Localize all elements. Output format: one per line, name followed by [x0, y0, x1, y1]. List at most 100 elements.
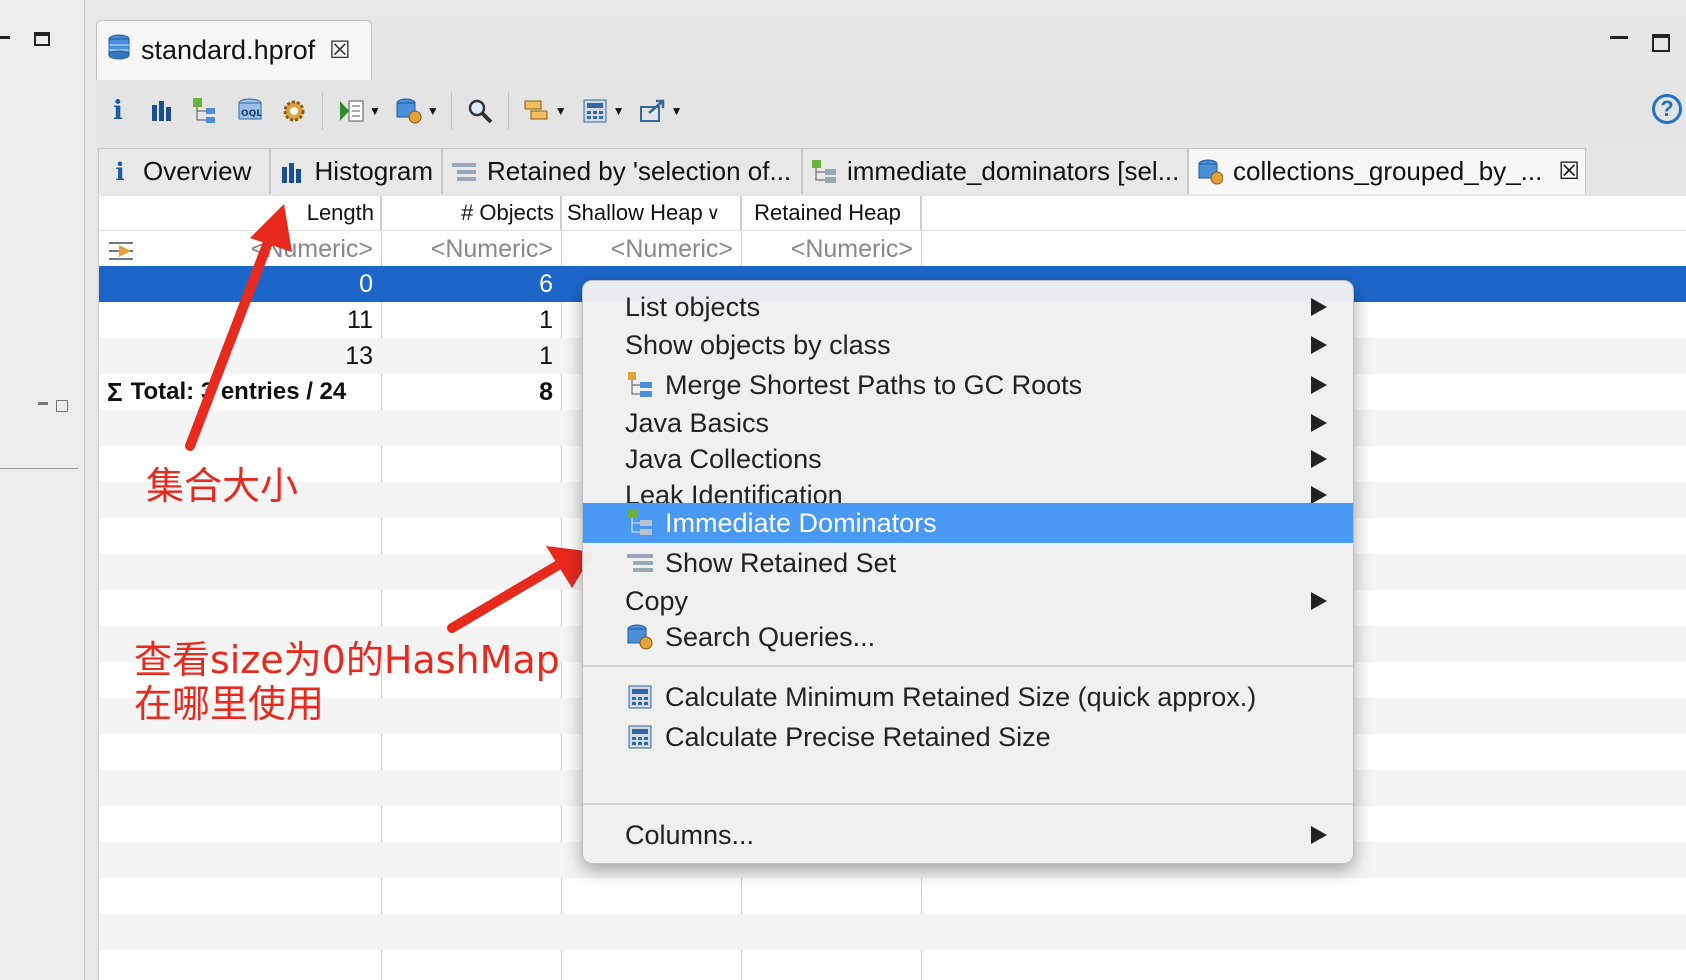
query-icon — [625, 622, 655, 652]
submenu-arrow-icon — [1311, 376, 1327, 394]
annotation-line: 在哪里使用 — [134, 682, 325, 726]
help-icon[interactable]: ? — [1652, 94, 1682, 124]
menu-item-label: Java Basics — [625, 407, 770, 438]
close-icon[interactable]: ☒ — [329, 36, 351, 65]
menu-item-calculate-precise-retained[interactable]: Calculate Precise Retained Size — [583, 717, 1353, 757]
minimize-icon[interactable] — [1610, 36, 1628, 39]
chevron-down-icon[interactable]: ▼ — [671, 104, 683, 118]
menu-item-label: Columns... — [625, 819, 755, 850]
run-report-icon[interactable] — [335, 95, 367, 127]
export-icon[interactable] — [637, 95, 669, 127]
calculator-icon[interactable] — [579, 95, 611, 127]
column-header-retained-heap[interactable]: Retained Heap — [741, 196, 921, 230]
gc-roots-icon — [625, 370, 655, 400]
column-header-label: Shallow Heap — [567, 200, 703, 225]
tab-overview[interactable]: i Overview — [98, 148, 270, 194]
menu-item-copy[interactable]: Copy — [583, 581, 1353, 621]
menu-separator — [583, 665, 1353, 667]
result-tabs: i Overview Histogram Retained by 'select… — [98, 148, 1686, 196]
query-icon — [1197, 159, 1223, 185]
dominator-icon — [811, 159, 837, 185]
tab-immediate-dominators[interactable]: immediate_dominators [sel... — [802, 148, 1188, 194]
editor-tab[interactable]: standard.hprof ☒ — [96, 20, 372, 80]
menu-item-label: Search Queries... — [665, 621, 876, 652]
chevron-down-icon[interactable]: ▼ — [613, 104, 625, 118]
cell-length: 13 — [345, 341, 373, 370]
dominator-icon — [625, 508, 655, 538]
submenu-arrow-icon — [1311, 450, 1327, 468]
column-header-length[interactable]: Length — [99, 196, 381, 230]
submenu-arrow-icon — [1311, 298, 1327, 316]
histogram-icon[interactable] — [146, 95, 178, 127]
toolbar: i OQL ▼ ▼ ▼ ▼ ▼ — [96, 80, 1686, 142]
info-icon: i — [115, 157, 125, 186]
submenu-arrow-icon — [1311, 592, 1327, 610]
sigma-icon: Σ — [107, 376, 123, 407]
sort-descending-icon: ∨ — [706, 202, 720, 223]
menu-item-label: Merge Shortest Paths to GC Roots — [665, 369, 1083, 400]
filter-shallow-heap[interactable]: <Numeric> — [561, 231, 741, 267]
maximize-icon[interactable] — [34, 32, 50, 46]
menu-item-label: Immediate Dominators — [665, 507, 937, 538]
cell-objects: 6 — [539, 269, 553, 298]
tab-label: immediate_dominators [sel... — [847, 156, 1180, 186]
minimize-icon[interactable] — [0, 36, 10, 39]
oql-icon[interactable]: OQL — [234, 95, 266, 127]
submenu-arrow-icon — [1311, 336, 1327, 354]
menu-item-label: List objects — [625, 291, 761, 322]
tab-histogram[interactable]: Histogram — [270, 148, 442, 194]
tab-retained-by[interactable]: Retained by 'selection of... — [442, 148, 802, 194]
menu-item-merge-shortest-paths[interactable]: Merge Shortest Paths to GC Roots — [583, 365, 1353, 405]
context-menu: List objects Show objects by class Merge… — [582, 280, 1354, 864]
maximize-icon[interactable] — [1652, 34, 1670, 52]
calculator-icon — [625, 682, 655, 712]
chevron-down-icon[interactable]: ▼ — [369, 104, 381, 118]
minimize-icon[interactable] — [38, 402, 48, 405]
restore-icon[interactable] — [56, 400, 68, 412]
gear-icon[interactable] — [278, 95, 310, 127]
menu-item-show-retained-set[interactable]: Show Retained Set — [583, 543, 1353, 583]
group-by-icon[interactable] — [521, 95, 553, 127]
chevron-down-icon[interactable]: ▼ — [427, 104, 439, 118]
column-header-objects[interactable]: # Objects — [381, 196, 561, 230]
submenu-arrow-icon — [1311, 826, 1327, 844]
search-icon[interactable] — [464, 95, 496, 127]
menu-item-java-basics[interactable]: Java Basics — [583, 403, 1353, 443]
menu-item-java-collections[interactable]: Java Collections — [583, 439, 1353, 479]
chevron-down-icon[interactable]: ▼ — [555, 104, 567, 118]
separator — [450, 92, 452, 130]
info-icon[interactable]: i — [102, 95, 134, 127]
menu-item-label: Calculate Precise Retained Size — [665, 721, 1051, 752]
menu-item-list-objects[interactable]: List objects — [583, 287, 1353, 327]
separator — [507, 92, 509, 130]
menu-item-show-objects-by-class[interactable]: Show objects by class — [583, 325, 1353, 365]
filter-objects[interactable]: <Numeric> — [381, 231, 561, 267]
retained-set-icon — [451, 159, 477, 185]
menu-item-label: Show objects by class — [625, 329, 891, 360]
menu-item-label: Show Retained Set — [665, 547, 897, 578]
editor-tab-title: standard.hprof — [141, 35, 316, 65]
menu-separator — [583, 803, 1353, 805]
dominator-tree-icon[interactable] — [190, 95, 222, 127]
menu-item-label: Calculate Minimum Retained Size (quick a… — [665, 681, 1257, 712]
tab-label: Retained by 'selection of... — [487, 156, 792, 186]
cell-objects: 1 — [539, 305, 553, 334]
query-browser-icon[interactable] — [393, 95, 425, 127]
annotation-line: 查看size为0的HashMap — [134, 638, 560, 682]
filter-length[interactable]: <Numeric> — [99, 231, 381, 267]
tab-collections-grouped[interactable]: collections_grouped_by_... ☒ — [1188, 148, 1586, 194]
close-icon[interactable]: ☒ — [1558, 157, 1580, 186]
column-header-shallow-heap[interactable]: Shallow Heap ∨ — [561, 196, 741, 230]
separator — [322, 92, 323, 130]
annotation-collection-size: 集合大小 — [146, 464, 299, 508]
tab-label: Overview — [143, 156, 252, 186]
filter-retained-heap[interactable]: <Numeric> — [741, 231, 921, 267]
retained-set-icon — [625, 548, 655, 578]
menu-item-columns[interactable]: Columns... — [583, 815, 1353, 855]
menu-item-calculate-min-retained[interactable]: Calculate Minimum Retained Size (quick a… — [583, 677, 1353, 717]
total-label: Total: 3 entries / 24 — [130, 378, 347, 405]
heap-dump-icon — [107, 33, 131, 68]
menu-item-immediate-dominators[interactable]: Immediate Dominators — [583, 503, 1353, 543]
tab-label: collections_grouped_by_... — [1233, 156, 1543, 186]
menu-item-search-queries[interactable]: Search Queries... — [583, 617, 1353, 657]
